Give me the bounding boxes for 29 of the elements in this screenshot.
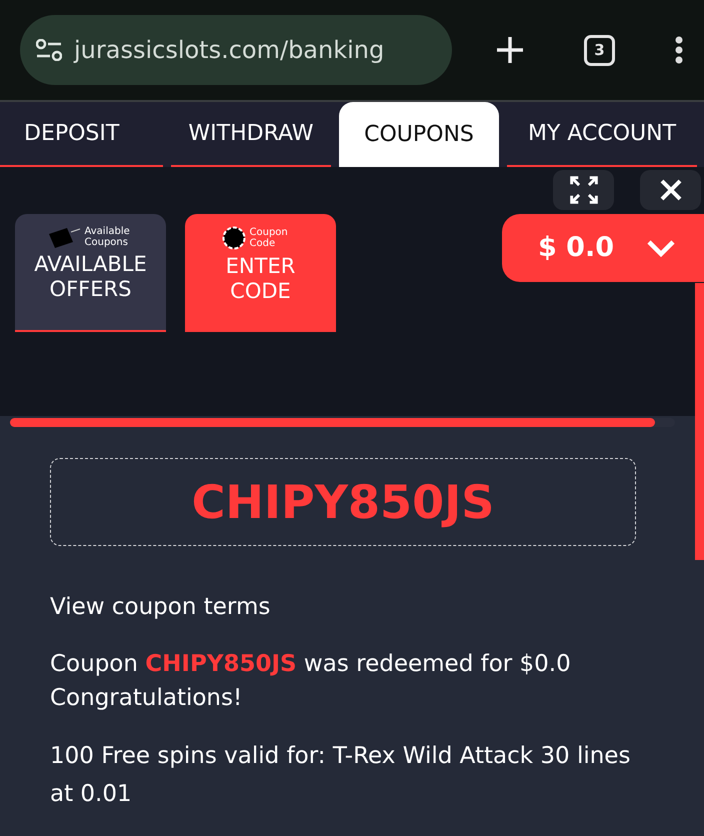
dashed-circle-icon — [222, 226, 246, 250]
new-tab-icon[interactable] — [496, 36, 524, 64]
tab[interactable]: COUPONS — [339, 102, 499, 167]
tab-caption: Available Coupons — [84, 226, 131, 248]
site-settings-icon[interactable] — [36, 39, 62, 61]
menu-icon[interactable] — [675, 36, 683, 64]
fullscreen-button[interactable] — [553, 170, 614, 210]
tab-caption: Coupon Code — [250, 227, 289, 249]
coupon-terms-link[interactable]: View coupon terms — [50, 590, 654, 624]
balance-button[interactable]: $ 0.0 — [502, 214, 704, 282]
price-tag-icon — [46, 226, 80, 248]
tab[interactable]: WITHDRAW — [171, 102, 331, 167]
url-text: jurassicslots.com/banking — [74, 35, 384, 66]
message-text: Congratulations! — [50, 684, 244, 712]
tab[interactable]: MY ACCOUNT — [507, 102, 697, 167]
tab[interactable]: DEPOSIT — [0, 102, 163, 167]
close-button[interactable] — [640, 170, 701, 210]
coupon-tab[interactable]: Coupon Code ENTER CODE — [185, 214, 336, 332]
coupon-code: CHIPY850JS — [50, 458, 636, 546]
message-text: Coupon CHIPY850JS was redeemed for $0.0 — [50, 650, 572, 678]
coupon-tab[interactable]: Available Coupons AVAILABLE OFFERS — [15, 214, 166, 332]
free-spins-details: 100 Free spins valid for: T-Rex Wild Attack 30 lines at 0.01 — [50, 742, 632, 808]
tab-count-button[interactable]: 3 — [584, 34, 615, 66]
chevron-down-icon — [646, 239, 676, 257]
close-icon — [660, 179, 682, 201]
tab-label: ENTER CODE — [224, 254, 296, 304]
address-bar[interactable]: jurassicslots.com/banking — [20, 15, 452, 85]
expand-icon — [570, 176, 598, 204]
tab-label: AVAILABLE OFFERS — [33, 252, 148, 302]
